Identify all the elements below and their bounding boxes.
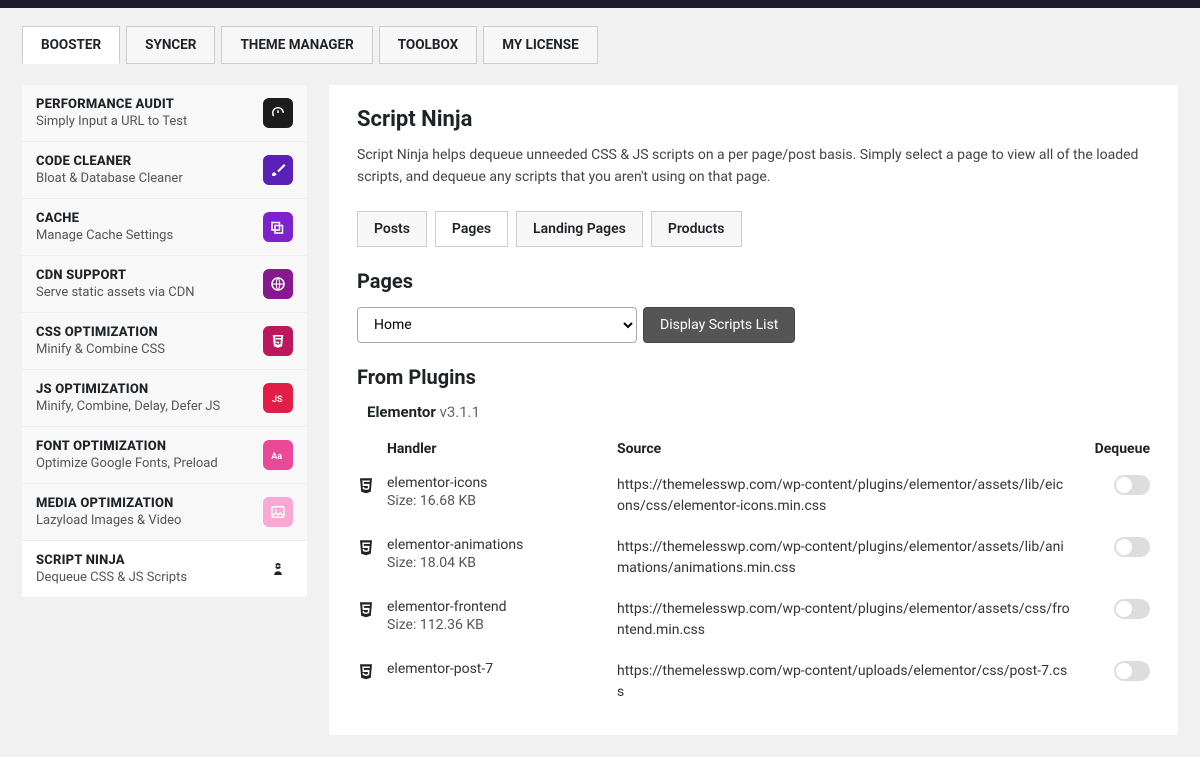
tab-my-license[interactable]: MY LICENSE [483, 26, 597, 64]
dequeue-toggle[interactable] [1114, 599, 1150, 619]
sidebar-title: CDN SUPPORT [36, 268, 195, 283]
sidebar-item-cdn-support[interactable]: CDN SUPPORT Serve static assets via CDN [22, 256, 307, 313]
sidebar-sub: Lazyload Images & Video [36, 513, 181, 528]
css-icon [263, 326, 293, 356]
sidebar-title: SCRIPT NINJA [36, 553, 187, 568]
sidebar-title: FONT OPTIMIZATION [36, 439, 218, 454]
css3-icon [357, 475, 387, 499]
sidebar-item-performance-audit[interactable]: PERFORMANCE AUDIT Simply Input a URL to … [22, 85, 307, 142]
sidebar-sub: Minify, Combine, Delay, Defer JS [36, 399, 220, 414]
subtab-products[interactable]: Products [651, 211, 742, 247]
script-row: elementor-animations Size: 18.04 KB http… [357, 527, 1150, 589]
sidebar-sub: Minify & Combine CSS [36, 342, 165, 357]
page-select[interactable]: Home [357, 307, 637, 343]
source-url: https://themelesswp.com/wp-content/uploa… [617, 661, 1070, 703]
sidebar-title: MEDIA OPTIMIZATION [36, 496, 181, 511]
handler-name: elementor-post-7 [387, 661, 617, 677]
handler-size: Size: 18.04 KB [387, 555, 617, 571]
main-panel: Script Ninja Script Ninja helps dequeue … [329, 85, 1178, 735]
page-description: Script Ninja helps dequeue unneeded CSS … [357, 144, 1150, 189]
sidebar-sub: Dequeue CSS & JS Scripts [36, 570, 187, 585]
handler-size: Size: 112.36 KB [387, 617, 617, 633]
tab-theme-manager[interactable]: THEME MANAGER [221, 26, 372, 64]
font-icon: Aa [263, 440, 293, 470]
sidebar-title: CACHE [36, 211, 173, 226]
col-handler: Handler [387, 441, 617, 457]
js-icon: JS [263, 383, 293, 413]
sidebar: PERFORMANCE AUDIT Simply Input a URL to … [22, 85, 307, 735]
table-header: Handler Source Dequeue [357, 433, 1150, 465]
source-url: https://themelesswp.com/wp-content/plugi… [617, 599, 1070, 641]
display-scripts-button[interactable]: Display Scripts List [643, 307, 795, 343]
sidebar-sub: Optimize Google Fonts, Preload [36, 456, 218, 471]
sidebar-sub: Manage Cache Settings [36, 228, 173, 243]
css3-icon [357, 599, 387, 623]
page-title: Script Ninja [357, 107, 1150, 132]
top-tabs: BOOSTER SYNCER THEME MANAGER TOOLBOX MY … [0, 8, 1200, 65]
subtab-pages[interactable]: Pages [435, 211, 508, 247]
col-dequeue: Dequeue [1070, 441, 1150, 457]
sidebar-item-code-cleaner[interactable]: CODE CLEANER Bloat & Database Cleaner [22, 142, 307, 199]
sidebar-item-script-ninja[interactable]: SCRIPT NINJA Dequeue CSS & JS Scripts [22, 541, 307, 598]
image-icon [263, 497, 293, 527]
source-url: https://themelesswp.com/wp-content/plugi… [617, 475, 1070, 517]
sub-tabs: Posts Pages Landing Pages Products [357, 211, 1150, 247]
gauge-icon [263, 98, 293, 128]
sidebar-title: JS OPTIMIZATION [36, 382, 220, 397]
script-row: elementor-frontend Size: 112.36 KB https… [357, 589, 1150, 651]
handler-size: Size: 16.68 KB [387, 493, 617, 509]
tab-toolbox[interactable]: TOOLBOX [379, 26, 477, 64]
css3-icon [357, 661, 387, 685]
sidebar-item-css-optimization[interactable]: CSS OPTIMIZATION Minify & Combine CSS [22, 313, 307, 370]
svg-text:JS: JS [272, 395, 283, 405]
sidebar-sub: Bloat & Database Cleaner [36, 171, 183, 186]
script-row: elementor-icons Size: 16.68 KB https://t… [357, 465, 1150, 527]
handler-name: elementor-icons [387, 475, 617, 491]
script-row: elementor-post-7 https://themelesswp.com… [357, 651, 1150, 713]
dequeue-toggle[interactable] [1114, 661, 1150, 681]
globe-icon [263, 269, 293, 299]
col-source: Source [617, 441, 1070, 457]
ninja-icon [263, 554, 293, 584]
dequeue-toggle[interactable] [1114, 475, 1150, 495]
sidebar-item-cache[interactable]: CACHE Manage Cache Settings [22, 199, 307, 256]
svg-text:Aa: Aa [271, 452, 282, 462]
sidebar-item-js-optimization[interactable]: JS OPTIMIZATION Minify, Combine, Delay, … [22, 370, 307, 427]
plugin-name: Elementor v3.1.1 [367, 403, 1150, 421]
subtab-landing-pages[interactable]: Landing Pages [516, 211, 643, 247]
source-url: https://themelesswp.com/wp-content/plugi… [617, 537, 1070, 579]
handler-name: elementor-animations [387, 537, 617, 553]
handler-name: elementor-frontend [387, 599, 617, 615]
sidebar-title: PERFORMANCE AUDIT [36, 97, 187, 112]
sidebar-sub: Serve static assets via CDN [36, 285, 195, 300]
tab-syncer[interactable]: SYNCER [126, 26, 215, 64]
admin-top-bar [0, 0, 1200, 8]
sidebar-title: CODE CLEANER [36, 154, 183, 169]
section-title-from-plugins: From Plugins [357, 365, 1150, 389]
sidebar-sub: Simply Input a URL to Test [36, 114, 187, 129]
tab-booster[interactable]: BOOSTER [22, 26, 120, 64]
subtab-posts[interactable]: Posts [357, 211, 427, 247]
brush-icon [263, 155, 293, 185]
sidebar-item-font-optimization[interactable]: FONT OPTIMIZATION Optimize Google Fonts,… [22, 427, 307, 484]
layers-icon [263, 212, 293, 242]
sidebar-item-media-optimization[interactable]: MEDIA OPTIMIZATION Lazyload Images & Vid… [22, 484, 307, 541]
css3-icon [357, 537, 387, 561]
dequeue-toggle[interactable] [1114, 537, 1150, 557]
sidebar-title: CSS OPTIMIZATION [36, 325, 165, 340]
section-title-pages: Pages [357, 269, 1150, 293]
